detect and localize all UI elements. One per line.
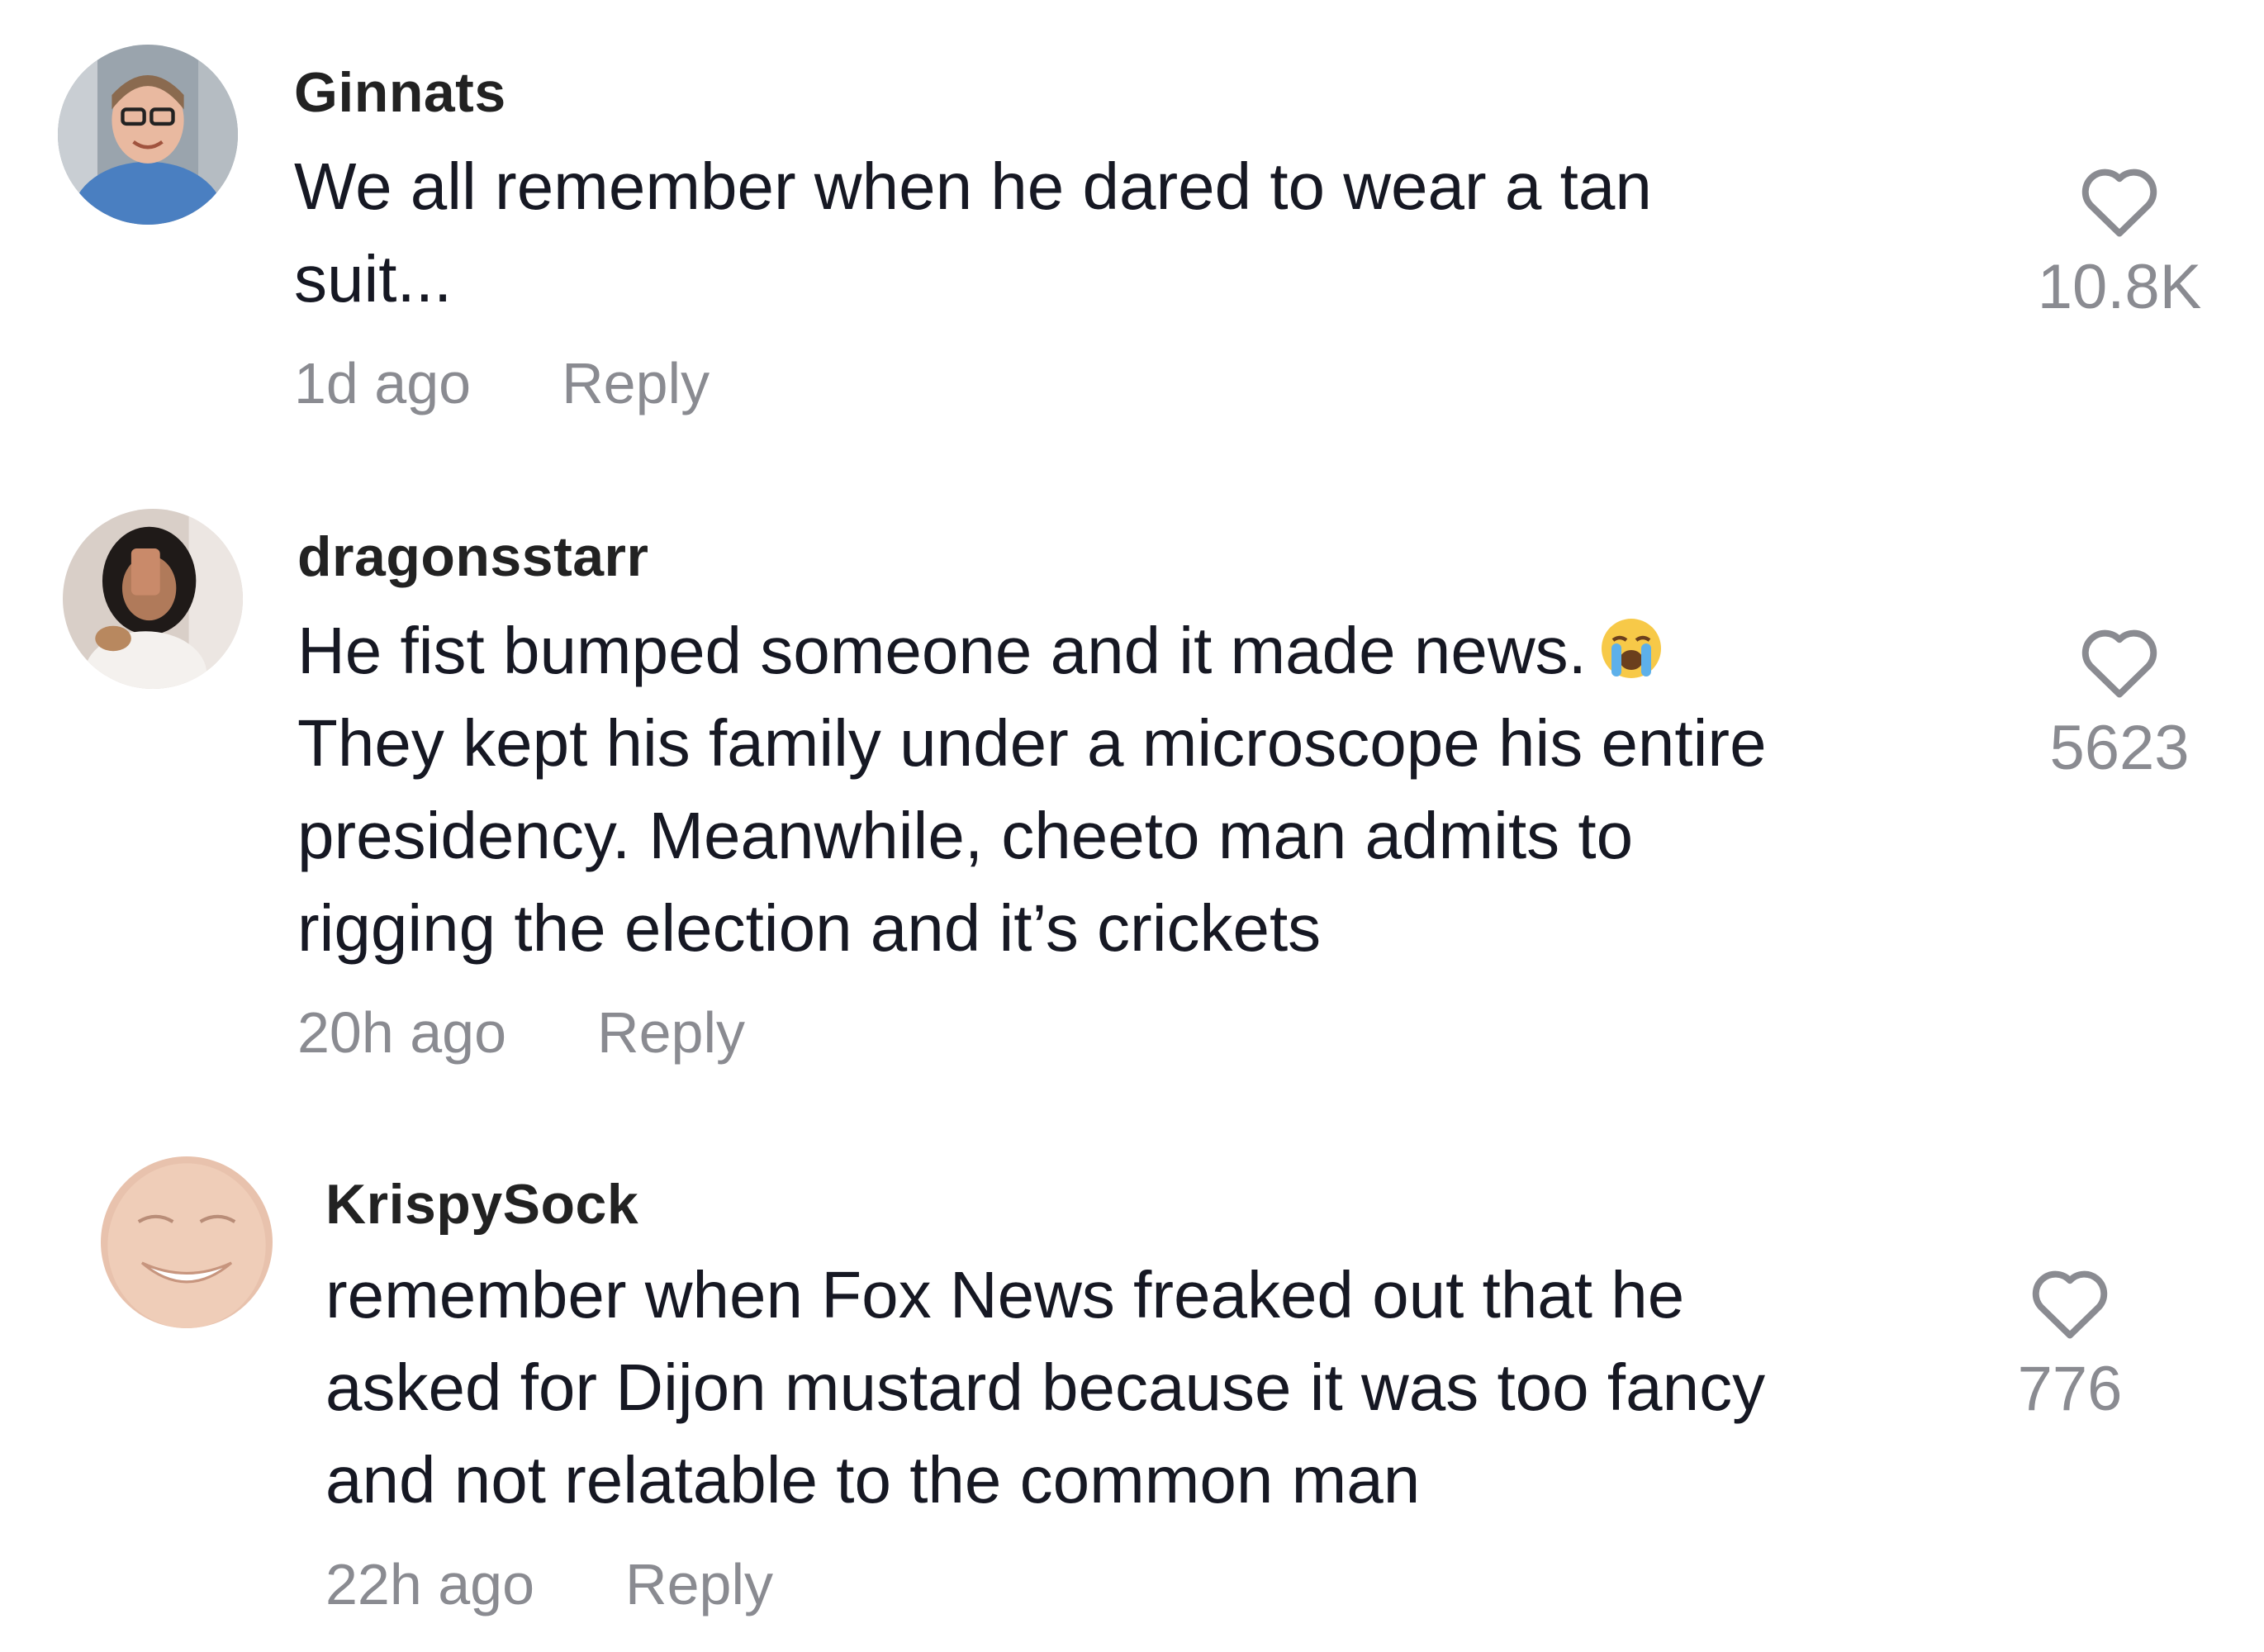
comment-timestamp: 20h ago — [297, 1000, 507, 1065]
reply-button[interactable]: Reply — [562, 344, 710, 423]
like-count: 10.8K — [2037, 252, 2202, 322]
comment-username[interactable]: Ginnats — [294, 56, 1652, 129]
comment-username[interactable]: dragonsstarr — [297, 520, 1767, 593]
comment-meta: 20h ago Reply — [297, 993, 1767, 1072]
comment-username[interactable]: KrispySock — [325, 1168, 1765, 1241]
comment-body: dragonsstarr He fist bumped someone and … — [297, 520, 1767, 1072]
comment-text-line: He fist bumped someone and it made news. — [297, 605, 1767, 697]
comment-text-line: presidency. Meanwhile, cheeto man admits… — [297, 799, 1634, 872]
comment-text-line: We all remember when he dared to wear a … — [294, 150, 1652, 223]
comment-text-line: remember when Fox News freaked out that … — [325, 1258, 1685, 1332]
like-control: 10.8K — [2020, 162, 2219, 329]
comment-text: We all remember when he dared to wear a … — [294, 140, 1652, 325]
heart-outline-icon[interactable] — [2029, 1264, 2111, 1341]
avatar-photo-icon — [101, 1156, 273, 1328]
comment-text-line: rigging the election and it’s crickets — [297, 891, 1322, 965]
like-count: 776 — [2017, 1354, 2123, 1424]
comment-body: Ginnats We all remember when he dared to… — [294, 56, 1652, 423]
comment-text: remember when Fox News freaked out that … — [325, 1249, 1765, 1526]
heart-outline-icon[interactable] — [2078, 623, 2161, 700]
loudly-crying-face-emoji — [1598, 613, 1664, 679]
comment-body: KrispySock remember when Fox News freake… — [325, 1168, 1765, 1624]
heart-outline-icon[interactable] — [2078, 162, 2161, 240]
comment-text-line: suit... — [294, 242, 453, 316]
avatar-photo-icon — [58, 45, 238, 225]
like-count: 5623 — [2049, 713, 2190, 783]
comment-timestamp: 22h ago — [325, 1552, 535, 1616]
avatar-photo-icon — [63, 509, 243, 689]
comment-text-line: and not relatable to the common man — [325, 1443, 1421, 1517]
comment-text-line: asked for Dijon mustard because it was t… — [325, 1351, 1766, 1424]
avatar[interactable] — [63, 509, 243, 689]
like-control: 776 — [1971, 1264, 2169, 1431]
comment-timestamp: 1d ago — [294, 351, 472, 415]
comment-meta: 22h ago Reply — [325, 1545, 1765, 1624]
comment-text: He fist bumped someone and it made news.… — [297, 605, 1767, 975]
avatar[interactable] — [58, 45, 238, 225]
comment-text-segment: He fist bumped someone and it made news. — [297, 614, 1587, 687]
comment-meta: 1d ago Reply — [294, 344, 1652, 423]
reply-button[interactable]: Reply — [597, 993, 745, 1072]
avatar[interactable] — [101, 1156, 273, 1328]
reply-button[interactable]: Reply — [625, 1545, 773, 1624]
like-control: 5623 — [2020, 623, 2219, 790]
comment-text-line: They kept his family under a microscope … — [297, 706, 1767, 780]
